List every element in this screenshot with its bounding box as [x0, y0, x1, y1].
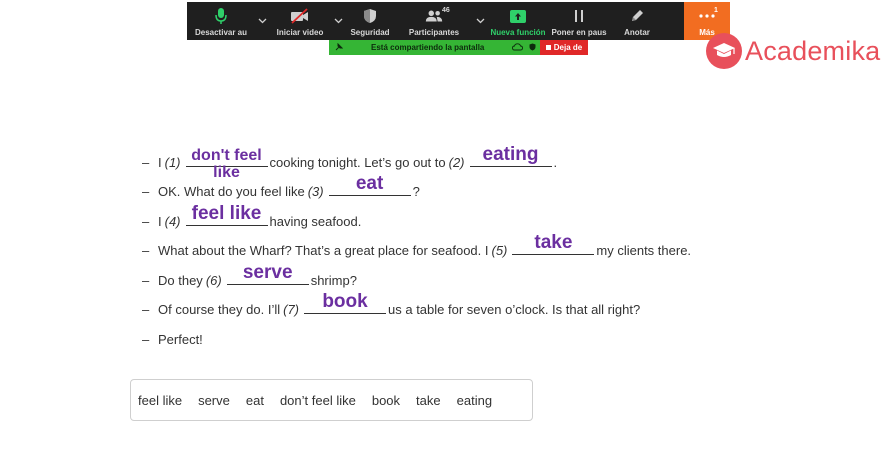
dialogue-exercise: – I (1) don't feel like cooking tonight.…: [142, 140, 691, 347]
word-bank-item: serve: [198, 392, 230, 408]
word-bank-item: book: [371, 392, 401, 408]
word-bank-item: eating: [456, 392, 493, 408]
exercise-line-5: – Do they (6) serve shrimp?: [142, 261, 357, 288]
participants-count: 46: [442, 7, 450, 14]
share-arrow-icon: [508, 7, 528, 25]
answer-blank-3[interactable]: eat: [328, 174, 411, 196]
shield-icon: [360, 7, 380, 25]
answer-4: feel like: [191, 202, 262, 224]
academika-logo: Academika: [706, 33, 880, 69]
pause-share-button[interactable]: Poner en paus: [549, 2, 609, 40]
stop-share-button[interactable]: Deja de: [540, 40, 588, 55]
more-badge: 1: [714, 7, 718, 14]
microphone-icon: [211, 7, 231, 25]
word-bank-item: feel like: [138, 392, 183, 408]
answer-blank-2[interactable]: eating: [469, 144, 552, 167]
pin-icon: [335, 42, 344, 53]
mute-options-caret[interactable]: [255, 2, 269, 40]
chevron-up-icon: [258, 18, 266, 24]
video-options-caret[interactable]: [331, 2, 345, 40]
shield-icon[interactable]: [529, 43, 536, 53]
screen-share-bar: Está compartiendo la pantalla Deja de: [329, 40, 588, 55]
share-status-text: Está compartiendo la pantalla: [371, 43, 485, 52]
word-bank-item: take: [416, 392, 441, 408]
exercise-line-1: – I (1) don't feel like cooking tonight.…: [142, 143, 558, 181]
exercise-line-7: – Perfect!: [142, 331, 203, 347]
word-bank-item: eat: [245, 392, 264, 408]
answer-5: take: [534, 232, 573, 253]
zoom-toolbar: Desactivar au Iniciar video Seguridad 46…: [187, 2, 730, 40]
cloud-icon[interactable]: [512, 42, 523, 53]
answer-2: eating: [482, 143, 539, 165]
start-video-button[interactable]: Iniciar video: [269, 2, 331, 40]
security-button[interactable]: Seguridad: [345, 2, 395, 40]
pause-icon: [569, 7, 589, 25]
logo-text: Academika: [745, 35, 881, 66]
answer-blank-5[interactable]: take: [512, 233, 595, 255]
mute-button[interactable]: Desactivar au: [187, 2, 255, 40]
answer-3: eat: [355, 173, 384, 194]
word-bank-item: don’t feel like: [279, 392, 356, 408]
graduation-cap-icon: [706, 33, 742, 69]
participants-options-caret[interactable]: [473, 2, 487, 40]
answer-7: book: [322, 291, 368, 312]
answer-blank-4[interactable]: feel like: [185, 203, 268, 226]
chevron-up-icon: [476, 18, 484, 24]
participants-icon: [424, 7, 444, 25]
answer-blank-1[interactable]: don't feel like: [185, 147, 268, 181]
pencil-icon: [627, 7, 647, 25]
answer-6: serve: [242, 261, 293, 283]
chevron-up-icon: [334, 18, 342, 24]
exercise-line-4: – What about the Wharf? That’s a great p…: [142, 232, 692, 259]
share-status: Está compartiendo la pantalla: [329, 40, 540, 55]
answer-blank-7[interactable]: book: [304, 292, 387, 314]
stop-icon: [545, 45, 551, 50]
exercise-line-3: – I (4) feel like having seafood.: [142, 202, 362, 229]
exercise-line-2: – OK. What do you feel like (3) eat ?: [142, 173, 420, 200]
new-feature-button[interactable]: Nueva función: [487, 2, 549, 40]
exercise-line-6: – Of course they do. I’ll (7) book us a …: [142, 291, 641, 318]
answer-blank-6[interactable]: serve: [226, 262, 309, 285]
word-bank: feel like serve eat don’t feel like book…: [130, 379, 533, 421]
video-off-icon: [290, 7, 310, 25]
annotate-button[interactable]: Anotar: [609, 2, 665, 40]
participants-button[interactable]: 46 Participantes: [395, 2, 473, 40]
